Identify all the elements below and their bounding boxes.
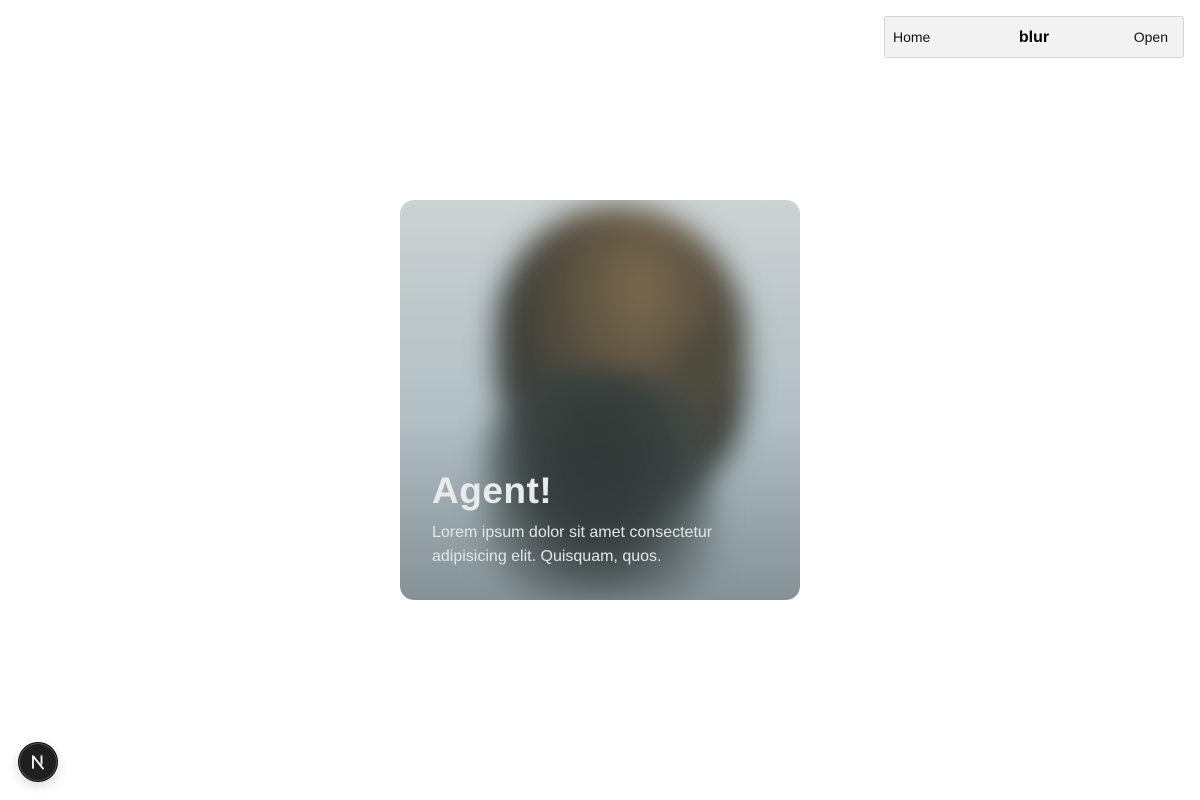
nextjs-dev-indicator-button[interactable]	[19, 743, 57, 781]
open-button[interactable]: Open	[1134, 17, 1168, 58]
blur-card[interactable]: Agent! Lorem ipsum dolor sit amet consec…	[400, 200, 800, 600]
home-link[interactable]: Home	[893, 17, 930, 58]
card-description: Lorem ipsum dolor sit amet consectetur a…	[432, 524, 713, 565]
nextjs-icon	[32, 755, 44, 770]
card-title: Agent!	[432, 470, 553, 511]
top-nav-bar: Home blur Open	[884, 16, 1184, 58]
